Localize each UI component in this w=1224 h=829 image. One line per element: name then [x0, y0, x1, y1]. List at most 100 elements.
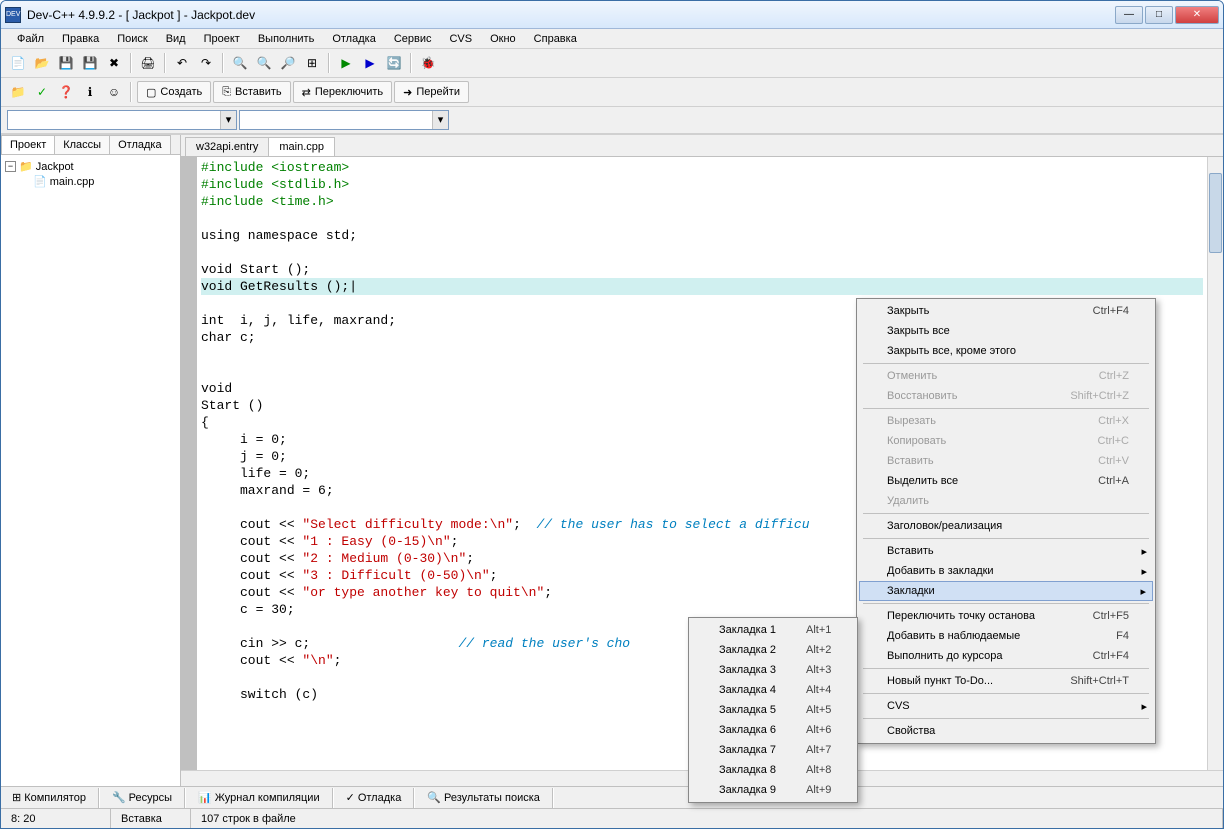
context-item[interactable]: Закрыть все, кроме этого	[859, 341, 1153, 361]
toolbar-secondary: 📁 ✓ ❓ ℹ ☺ ▢Создать ⎘Вставить ⇄Переключит…	[1, 78, 1223, 107]
smile-icon[interactable]: ☺	[103, 81, 125, 103]
context-item[interactable]: Вставить▸	[859, 541, 1153, 561]
tab-icon: 📊	[198, 791, 212, 804]
run-icon[interactable]: ▶	[359, 52, 381, 74]
bookmark-item[interactable]: Закладка 3Alt+3	[691, 660, 855, 680]
context-item: Удалить	[859, 491, 1153, 511]
bookmark-item[interactable]: Закладка 5Alt+5	[691, 700, 855, 720]
gutter	[181, 157, 197, 770]
bookmark-item[interactable]: Закладка 9Alt+9	[691, 780, 855, 800]
separator	[222, 53, 224, 73]
find-icon[interactable]: 🔍	[229, 52, 251, 74]
close-button[interactable]: ✕	[1175, 6, 1219, 24]
separator	[130, 82, 132, 102]
menubar: ФайлПравкаПоискВидПроектВыполнитьОтладка…	[1, 29, 1223, 49]
menu-поиск[interactable]: Поиск	[109, 31, 155, 47]
bottom-tab[interactable]: ✓Отладка	[339, 788, 409, 807]
bookmark-item[interactable]: Закладка 4Alt+4	[691, 680, 855, 700]
new-project-icon[interactable]: 📁	[7, 81, 29, 103]
find-next-icon[interactable]: 🔎	[277, 52, 299, 74]
left-tab[interactable]: Классы	[54, 135, 110, 154]
context-item[interactable]: Добавить в закладки▸	[859, 561, 1153, 581]
context-item[interactable]: Заголовок/реализация	[859, 516, 1153, 536]
bookmark-item[interactable]: Закладка 2Alt+2	[691, 640, 855, 660]
menu-файл[interactable]: Файл	[9, 31, 52, 47]
replace-icon[interactable]: 🔍	[253, 52, 275, 74]
context-item[interactable]: Закрыть все	[859, 321, 1153, 341]
help-icon[interactable]: ❓	[55, 81, 77, 103]
tick-icon[interactable]: ✓	[31, 81, 53, 103]
toolbar-combos: ▾ ▾	[1, 107, 1223, 134]
tab-icon: ⊞	[12, 791, 21, 804]
menu-cvs[interactable]: CVS	[441, 31, 480, 47]
context-item[interactable]: Выполнить до курсораCtrl+F4	[859, 646, 1153, 666]
context-item[interactable]: Переключить точку остановаCtrl+F5	[859, 606, 1153, 626]
separator	[328, 53, 330, 73]
save-icon[interactable]: 💾	[55, 52, 77, 74]
bottom-tab[interactable]: ⊞Компилятор	[5, 788, 93, 807]
bottom-tab[interactable]: 🔍Результаты поиска	[420, 788, 547, 807]
rebuild-icon[interactable]: 🔄	[383, 52, 405, 74]
context-item[interactable]: Выделить всеCtrl+A	[859, 471, 1153, 491]
context-item: КопироватьCtrl+C	[859, 431, 1153, 451]
bookmark-item[interactable]: Закладка 7Alt+7	[691, 740, 855, 760]
bookmark-item[interactable]: Закладка 1Alt+1	[691, 620, 855, 640]
submenu-arrow-icon: ▸	[1141, 565, 1147, 578]
context-item[interactable]: Свойства	[859, 721, 1153, 741]
bottom-tab[interactable]: 📊Журнал компиляции	[191, 788, 327, 807]
tree-root[interactable]: − 📁 Jackpot	[5, 159, 176, 174]
context-item[interactable]: Новый пункт To-Do...Shift+Ctrl+T	[859, 671, 1153, 691]
compile-icon[interactable]: ▶	[335, 52, 357, 74]
current-line: void GetResults ();|	[201, 278, 1203, 295]
print-icon[interactable]: 🖨	[137, 52, 159, 74]
context-item[interactable]: Добавить в наблюдаемыеF4	[859, 626, 1153, 646]
maximize-button[interactable]: □	[1145, 6, 1173, 24]
new-file-icon[interactable]: 📄	[7, 52, 29, 74]
context-item[interactable]: Закладки▸	[859, 581, 1153, 601]
tree-file-label: main.cpp	[50, 176, 95, 188]
class-combo[interactable]: ▾	[7, 110, 237, 130]
collapse-icon[interactable]: −	[5, 161, 16, 172]
insert-button[interactable]: ⎘Вставить	[213, 81, 290, 103]
menu-проект[interactable]: Проект	[196, 31, 248, 47]
toggle-button[interactable]: ⇄Переключить	[293, 81, 393, 103]
menu-сервис[interactable]: Сервис	[386, 31, 440, 47]
file-icon: 📄	[33, 175, 47, 188]
goto-icon[interactable]: ⊞	[301, 52, 323, 74]
create-button[interactable]: ▢Создать	[137, 81, 211, 103]
context-item[interactable]: ЗакрытьCtrl+F4	[859, 301, 1153, 321]
bookmarks-submenu[interactable]: Закладка 1Alt+1Закладка 2Alt+2Закладка 3…	[688, 617, 858, 803]
bottom-tab[interactable]: 🔧Ресурсы	[105, 788, 179, 807]
context-item[interactable]: CVS▸	[859, 696, 1153, 716]
status-mode: Вставка	[111, 809, 191, 828]
menu-правка[interactable]: Правка	[54, 31, 107, 47]
bottom-tabs: ⊞Компилятор 🔧Ресурсы 📊Журнал компиляции ✓От…	[1, 786, 1223, 808]
undo-icon[interactable]: ↶	[171, 52, 193, 74]
debug-icon[interactable]: 🐞	[417, 52, 439, 74]
method-combo[interactable]: ▾	[239, 110, 449, 130]
save-all-icon[interactable]: 💾	[79, 52, 101, 74]
context-menu[interactable]: ЗакрытьCtrl+F4Закрыть всеЗакрыть все, кр…	[856, 298, 1156, 744]
menu-отладка[interactable]: Отладка	[324, 31, 383, 47]
redo-icon[interactable]: ↷	[195, 52, 217, 74]
menu-справка[interactable]: Справка	[526, 31, 585, 47]
menu-выполнить[interactable]: Выполнить	[250, 31, 322, 47]
close-file-icon[interactable]: ✖	[103, 52, 125, 74]
open-icon[interactable]: 📂	[31, 52, 53, 74]
toggle-icon: ⇄	[302, 86, 311, 99]
left-tab[interactable]: Проект	[1, 135, 55, 154]
menu-вид[interactable]: Вид	[158, 31, 194, 47]
editor-tab[interactable]: w32api.entry	[185, 137, 269, 156]
scrollbar-thumb[interactable]	[1209, 173, 1222, 253]
about-icon[interactable]: ℹ	[79, 81, 101, 103]
context-item: ВставитьCtrl+V	[859, 451, 1153, 471]
left-tab[interactable]: Отладка	[109, 135, 170, 154]
bookmark-item[interactable]: Закладка 6Alt+6	[691, 720, 855, 740]
bookmark-item[interactable]: Закладка 8Alt+8	[691, 760, 855, 780]
tree-file[interactable]: 📄 main.cpp	[5, 174, 176, 189]
vertical-scrollbar[interactable]	[1207, 157, 1223, 770]
editor-tab[interactable]: main.cpp	[268, 137, 335, 156]
minimize-button[interactable]: —	[1115, 6, 1143, 24]
go-button[interactable]: ➜Перейти	[394, 81, 469, 103]
menu-окно[interactable]: Окно	[482, 31, 524, 47]
